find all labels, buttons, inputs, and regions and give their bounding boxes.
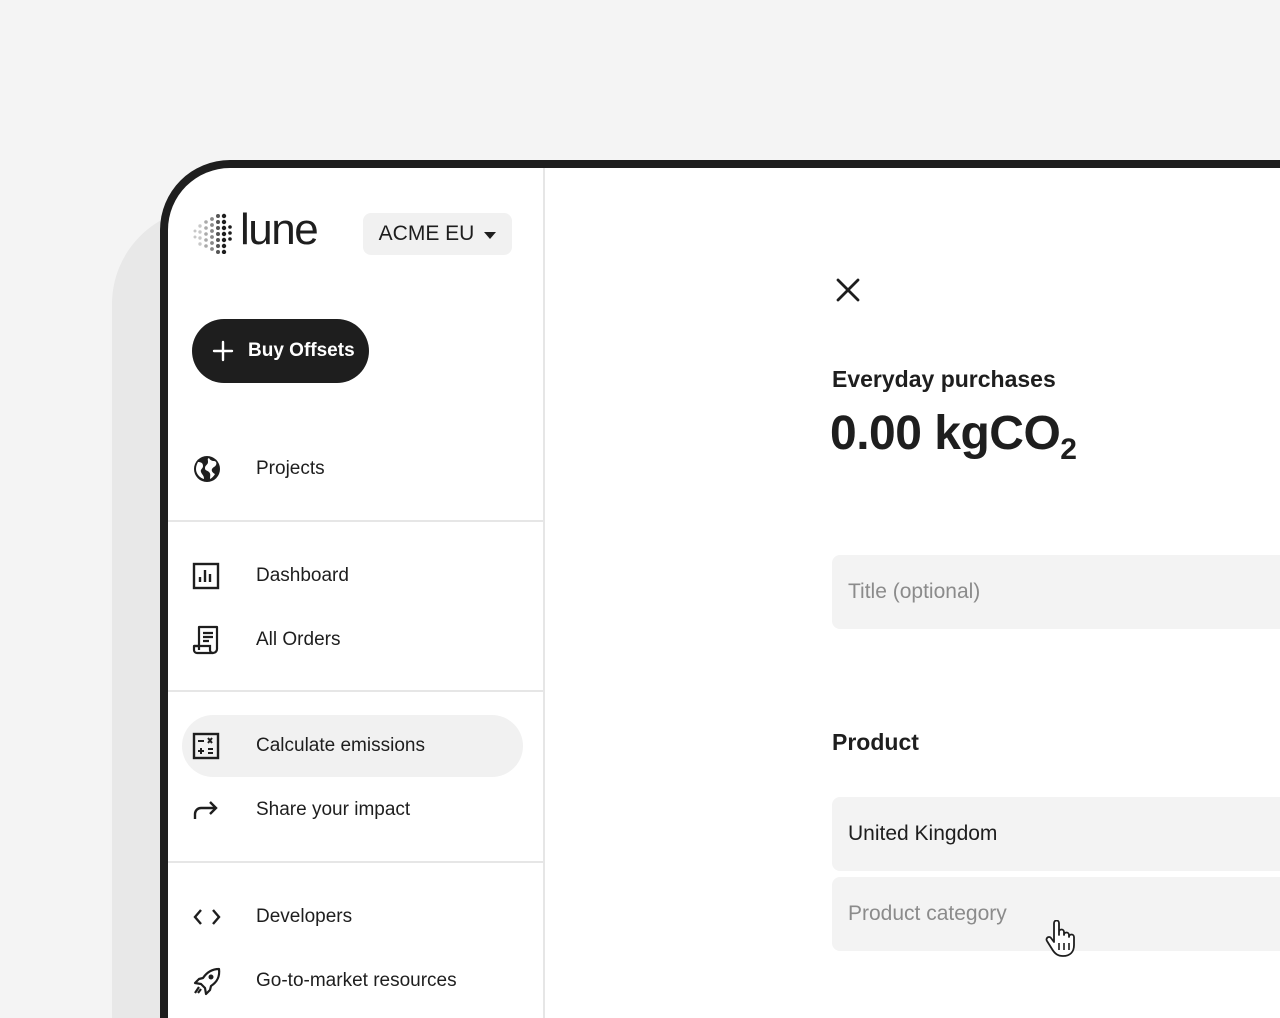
- emissions-total: 0.00 kgCO2: [830, 406, 1077, 467]
- divider: [168, 861, 545, 863]
- nav-label: Share your impact: [256, 799, 411, 820]
- nav-item-dashboard[interactable]: Dashboard: [182, 545, 523, 607]
- bar-chart-icon: [192, 561, 246, 591]
- nav-item-go-to-market[interactable]: Go-to-market resources: [182, 950, 523, 1012]
- receipt-icon: [192, 625, 246, 655]
- nav-item-projects[interactable]: Projects: [182, 438, 523, 500]
- product-heading: Product: [832, 729, 919, 755]
- lune-logo-icon: [193, 213, 232, 254]
- divider: [168, 690, 545, 692]
- close-icon: [836, 278, 860, 302]
- account-name: ACME EU: [378, 222, 475, 245]
- country-value: United Kingdom: [848, 822, 998, 845]
- share-arrow-icon: [192, 795, 246, 825]
- caret-down-icon: [484, 231, 497, 239]
- calculator-icon: [192, 731, 246, 761]
- hand-pointer-icon: [1045, 920, 1075, 957]
- plus-icon: [212, 340, 234, 362]
- rocket-icon: [192, 966, 246, 996]
- globe-icon: [192, 454, 246, 484]
- code-icon: [192, 902, 246, 932]
- nav-label: Calculate emissions: [256, 735, 425, 756]
- logo[interactable]: lune: [192, 208, 319, 254]
- category-title: Everyday purchases: [832, 366, 1056, 392]
- nav-label: Projects: [256, 458, 325, 479]
- nav-label: All Orders: [256, 629, 341, 650]
- product-category-placeholder: Product category: [848, 902, 1007, 925]
- title-field[interactable]: [832, 555, 1280, 629]
- sidebar: lune ACME EU Buy Offsets Projects Dashbo…: [168, 168, 545, 1018]
- nav-label: Developers: [256, 906, 353, 927]
- divider: [168, 520, 545, 522]
- nav-item-calculate-emissions[interactable]: Calculate emissions: [182, 715, 523, 777]
- emissions-value: 0.00: [830, 407, 922, 460]
- buy-offsets-label: Buy Offsets: [248, 340, 355, 361]
- brand-name: lune: [240, 205, 319, 254]
- close-button[interactable]: [832, 274, 864, 306]
- title-input[interactable]: [848, 580, 1280, 604]
- emissions-unit-subscript: 2: [1060, 433, 1077, 466]
- buy-offsets-button[interactable]: Buy Offsets: [192, 319, 369, 383]
- account-switcher[interactable]: ACME EU: [363, 213, 512, 255]
- nav-item-all-orders[interactable]: All Orders: [182, 609, 523, 671]
- emissions-unit: kgCO: [934, 407, 1061, 460]
- nav-label: Dashboard: [256, 565, 349, 586]
- nav-item-developers[interactable]: Developers: [182, 886, 523, 948]
- nav-item-share-impact[interactable]: Share your impact: [182, 779, 523, 841]
- nav-label: Go-to-market resources: [256, 970, 457, 991]
- country-select[interactable]: United Kingdom: [832, 797, 1280, 871]
- app-screen: lune ACME EU Buy Offsets Projects Dashbo…: [168, 168, 1280, 1018]
